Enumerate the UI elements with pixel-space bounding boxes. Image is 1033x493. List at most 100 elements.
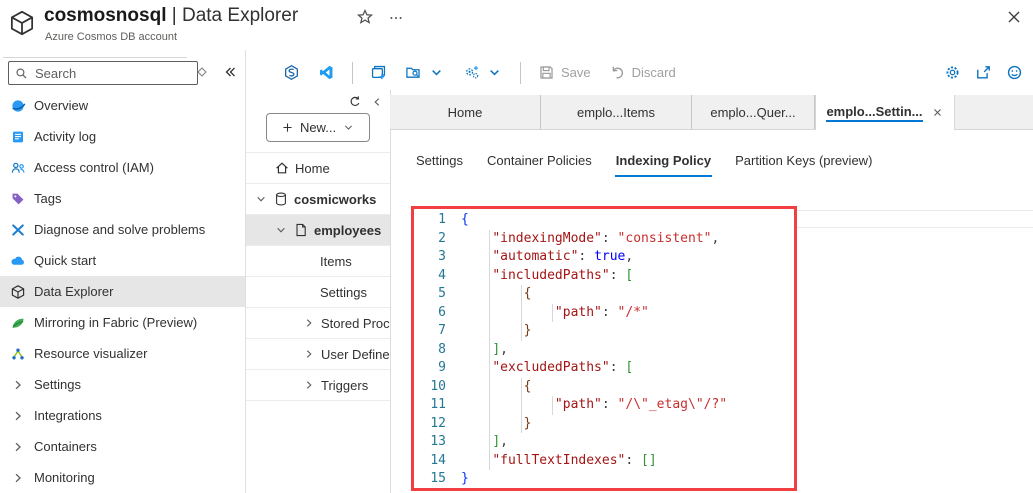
sidebar-item-tags[interactable]: Tags	[0, 183, 245, 214]
code-line-text: "includedPaths": [	[461, 267, 794, 286]
token-pln: :	[602, 231, 618, 246]
tab-home[interactable]: Home	[390, 95, 541, 129]
favorite-star-icon[interactable]	[356, 8, 374, 26]
search-input[interactable]	[33, 65, 191, 82]
settings-gear-icon[interactable]	[944, 64, 961, 81]
line-number: 9	[414, 359, 446, 378]
tree-item-settings[interactable]: Settings	[246, 277, 390, 308]
home-icon	[274, 160, 290, 176]
token-pln: ,	[711, 231, 719, 246]
tab-emplo-quer[interactable]: emplo...Quer...	[692, 95, 815, 129]
chevron-down-blue-icon	[428, 64, 445, 81]
code-line: 9 "excludedPaths": [	[414, 359, 794, 378]
chevron-down-icon[interactable]	[274, 223, 288, 237]
indexing-policy-editor[interactable]: 1{2 "indexingMode": "consistent",3 "auto…	[411, 206, 797, 491]
sidebar-item-settings[interactable]: Settings	[0, 369, 245, 400]
sidebar-item-quick-start[interactable]: Quick start	[0, 245, 245, 276]
tab-emplo-items[interactable]: emplo...Items	[541, 95, 692, 129]
indent-guide	[552, 396, 553, 415]
pin-diamond-icon[interactable]	[194, 64, 210, 80]
indent-space	[461, 360, 492, 375]
tree-item-home[interactable]: Home	[246, 152, 390, 184]
sidebar-item-mirroring-in-fabric-preview[interactable]: Mirroring in Fabric (Preview)	[0, 307, 245, 338]
synapse-button[interactable]	[274, 58, 309, 88]
tag-icon	[10, 191, 26, 207]
tree-mini-toolbar	[348, 95, 384, 109]
code-line-text: }	[461, 322, 794, 341]
code-line-text: }	[461, 415, 794, 434]
token-b3: }	[524, 416, 532, 431]
indent-space	[461, 323, 524, 338]
collapse-panel-icon[interactable]	[370, 95, 384, 109]
token-b1: {	[461, 212, 469, 227]
sidebar-item-overview[interactable]: Overview	[0, 90, 245, 121]
indent-guide	[489, 415, 490, 434]
subtab-container-policies[interactable]: Container Policies	[486, 148, 593, 175]
tree-item-cosmicworks[interactable]: cosmicworks	[246, 184, 390, 215]
code-line-text: "indexingMode": "consistent",	[461, 230, 794, 249]
gears-button[interactable]	[454, 58, 512, 88]
sidebar-item-monitoring[interactable]: Monitoring	[0, 462, 245, 493]
close-icon[interactable]	[1005, 8, 1023, 26]
sidebar-item-diagnose-and-solve-problems[interactable]: Diagnose and solve problems	[0, 214, 245, 245]
token-b3: {	[524, 379, 532, 394]
sidebar-search-row	[0, 60, 245, 86]
chevron-right-icon[interactable]	[302, 347, 316, 361]
new-query-button[interactable]	[361, 58, 396, 88]
new-container-button[interactable]: New...	[266, 113, 370, 142]
document-tab-strip: Homeemplo...Itemsemplo...Quer...emplo...…	[390, 95, 1033, 130]
subtab-indexing-policy[interactable]: Indexing Policy	[615, 148, 712, 177]
token-key: "path"	[555, 397, 602, 412]
sidebar-item-activity-log[interactable]: Activity log	[0, 121, 245, 152]
code-line: 15}	[414, 470, 794, 489]
subtab-settings[interactable]: Settings	[415, 148, 464, 175]
overview-icon	[10, 98, 26, 114]
sidebar-item-containers[interactable]: Containers	[0, 431, 245, 462]
open-in-new-icon[interactable]	[975, 64, 992, 81]
sidebar-item-resource-visualizer[interactable]: Resource visualizer	[0, 338, 245, 369]
panel-divider	[797, 227, 1033, 228]
chevron-right-icon[interactable]	[302, 378, 316, 392]
sidebar-item-data-explorer[interactable]: Data Explorer	[0, 276, 245, 307]
tree-item-stored-procedures[interactable]: Stored Procedures	[246, 308, 390, 339]
tab-close-icon[interactable]	[931, 106, 944, 119]
chevron-down-icon[interactable]	[254, 192, 268, 206]
double-chevron-left-icon[interactable]	[222, 64, 238, 80]
tree-item-items[interactable]: Items	[246, 246, 390, 277]
resource-visualizer-icon	[10, 346, 26, 362]
more-icon[interactable]	[388, 10, 404, 26]
indent-guide	[489, 396, 490, 415]
code-line-text: {	[461, 285, 794, 304]
tree-rows: HomecosmicworksemployeesItemsSettingsSto…	[246, 152, 390, 401]
toolbar-separator	[352, 62, 353, 84]
token-pln: :	[602, 305, 618, 320]
refresh-icon[interactable]	[348, 95, 362, 109]
tree-item-triggers[interactable]: Triggers	[246, 370, 390, 401]
search-box[interactable]	[8, 61, 198, 85]
code-line-text: "fullTextIndexes": []	[461, 452, 794, 471]
tab-emplo-settin[interactable]: emplo...Settin...	[815, 95, 955, 130]
page-title: cosmosnosql | Data Explorer	[44, 5, 298, 27]
token-b3: {	[524, 286, 532, 301]
line-number: 14	[414, 452, 446, 471]
indent-space	[461, 305, 555, 320]
chevron-right-icon[interactable]	[302, 316, 316, 330]
code-line-text: }	[461, 470, 794, 489]
code-line: 3 "automatic": true,	[414, 248, 794, 267]
code-line-text: {	[461, 378, 794, 397]
indent-guide	[489, 322, 490, 341]
tree-item-employees[interactable]: employees	[246, 215, 390, 246]
sidebar-item-label: Monitoring	[34, 470, 95, 485]
indent-space	[461, 286, 524, 301]
save-button: Save	[529, 58, 600, 88]
subtab-partition-keys-preview[interactable]: Partition Keys (preview)	[734, 148, 873, 175]
sidebar-item-label: Data Explorer	[34, 284, 113, 299]
sidebar-item-integrations[interactable]: Integrations	[0, 400, 245, 431]
feedback-smiley-icon[interactable]	[1006, 64, 1023, 81]
line-number: 5	[414, 285, 446, 304]
sidebar-item-access-control-iam[interactable]: Access control (IAM)	[0, 152, 245, 183]
tree-item-user-defined-functions[interactable]: User Defined Functions	[246, 339, 390, 370]
code-line: 2 "indexingMode": "consistent",	[414, 230, 794, 249]
vscode-button[interactable]	[309, 58, 344, 88]
open-query-button[interactable]	[396, 58, 454, 88]
